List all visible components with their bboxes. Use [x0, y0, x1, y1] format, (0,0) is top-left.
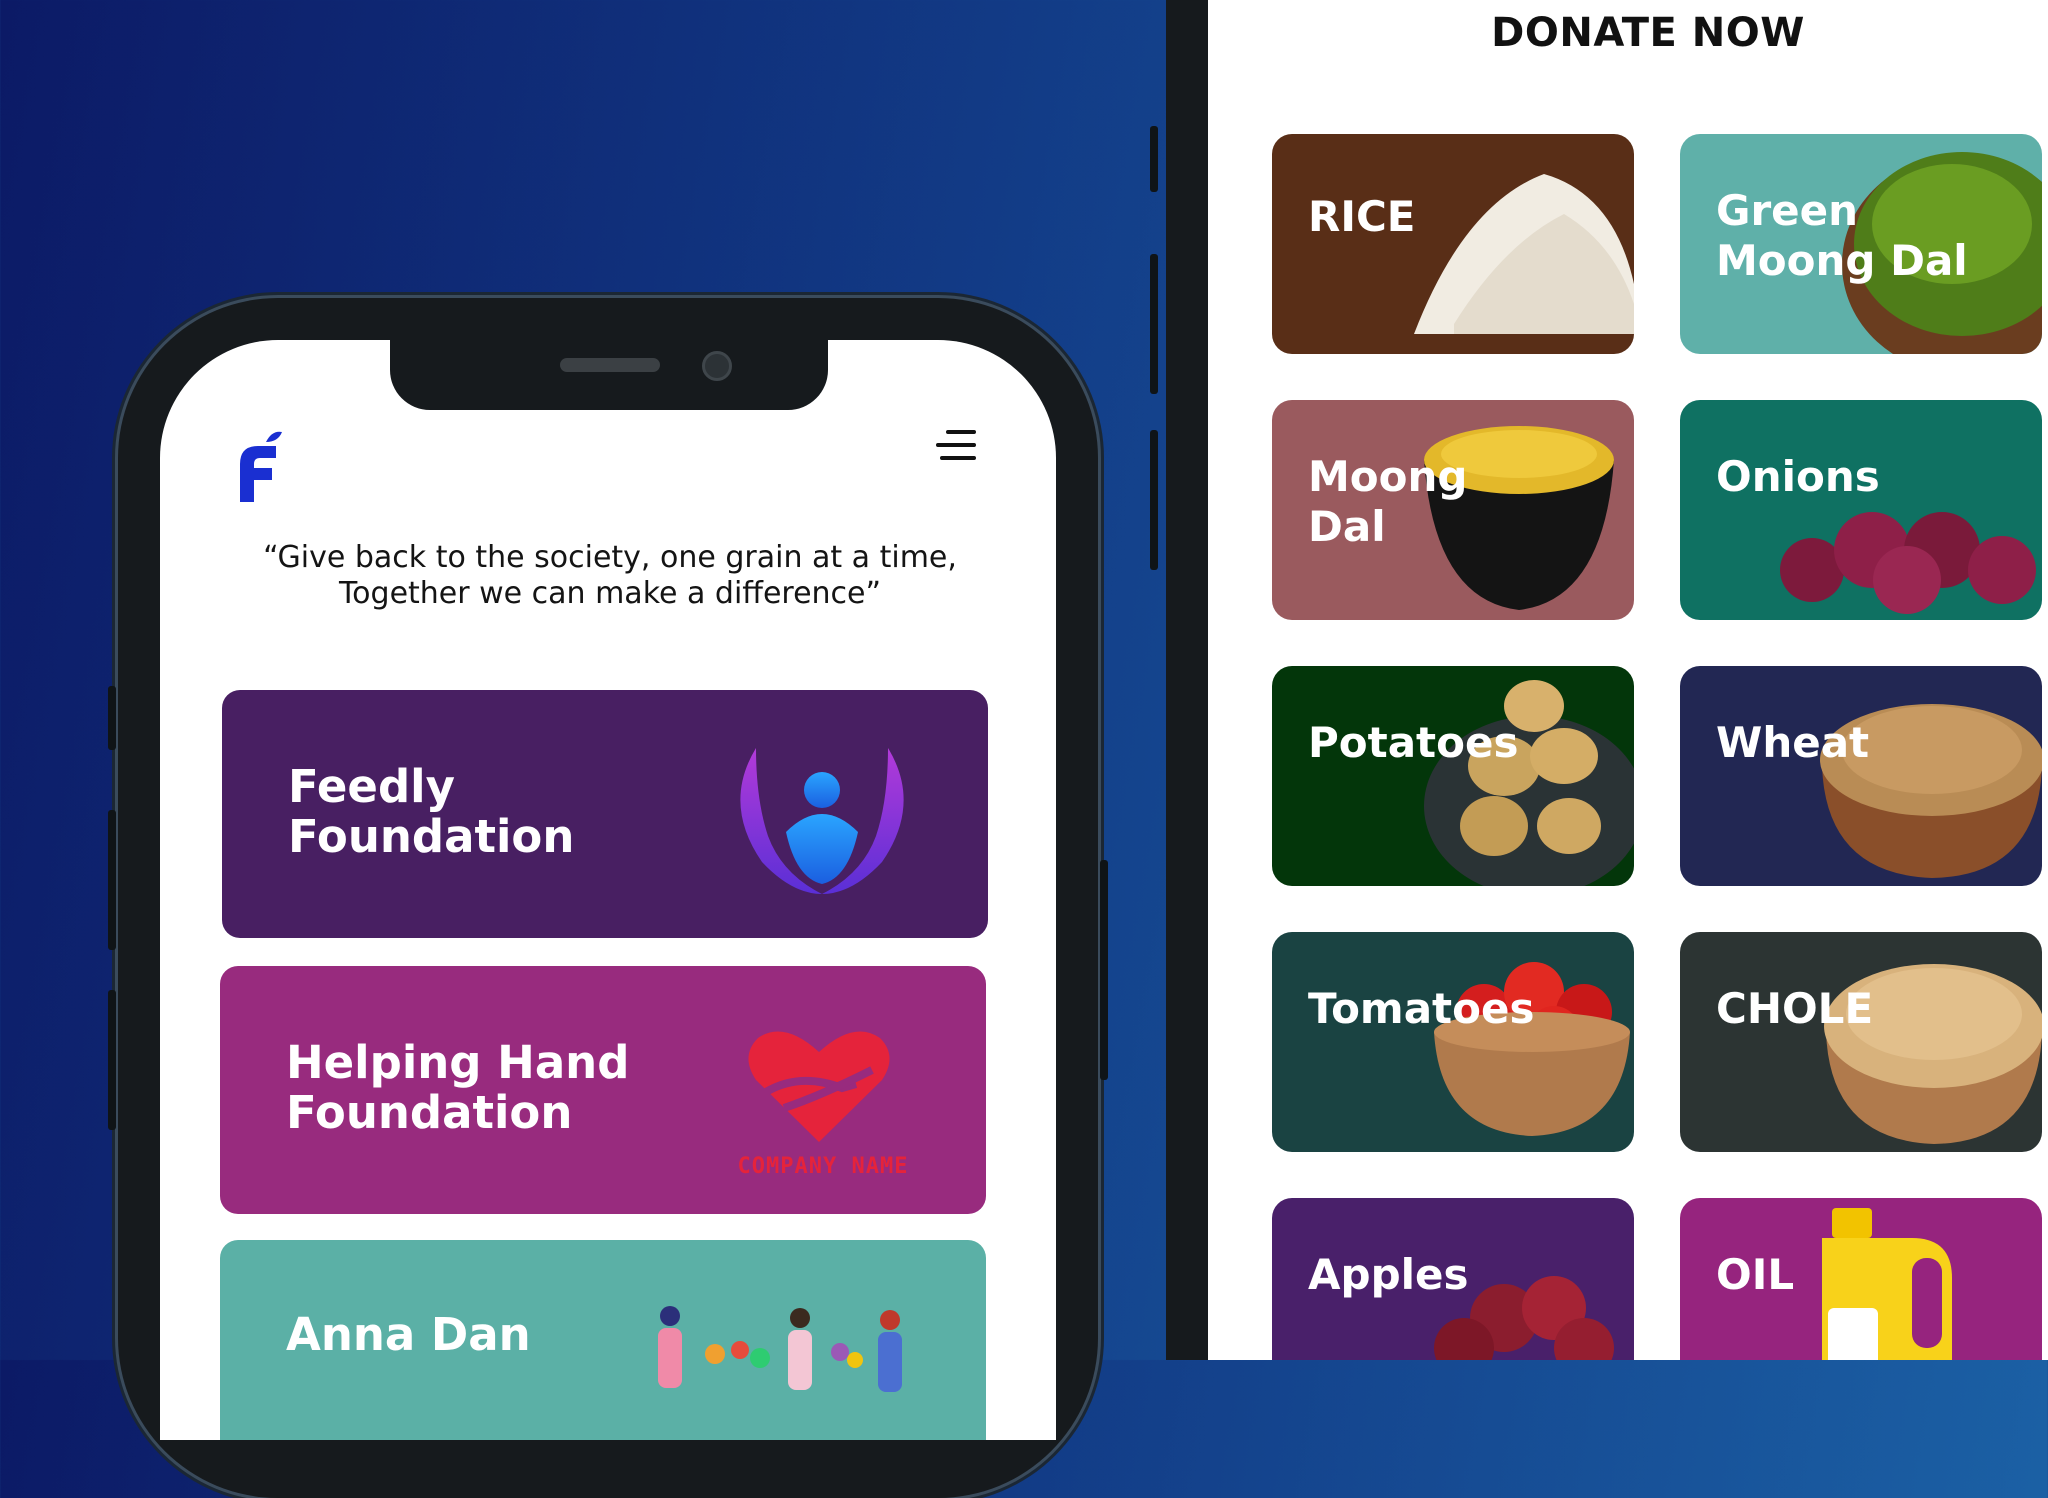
- org-name: Anna Dan: [286, 1308, 531, 1361]
- donate-card-moong-dal[interactable]: Moong Dal: [1272, 400, 1634, 620]
- rice-pile-icon: [1414, 174, 1634, 334]
- org-card-helping-hand-foundation[interactable]: Helping Hand Foundation COMPANY NAME: [220, 966, 986, 1214]
- phone-side-button: [108, 990, 116, 1130]
- org-name: Feedly Foundation: [288, 760, 575, 863]
- divider-phone-edge: [1166, 0, 1208, 1360]
- donate-card-oil[interactable]: OIL: [1680, 1198, 2042, 1360]
- phone-side-button: [1150, 430, 1158, 570]
- donate-now-title: DONATE NOW: [1491, 10, 1805, 56]
- oil-can-icon: [1822, 1208, 1952, 1360]
- donate-card-green-moong-dal[interactable]: Green Moong Dal: [1680, 134, 2042, 354]
- phone-notch: [390, 340, 828, 410]
- phone-side-button: [1100, 860, 1108, 1080]
- potato-bowl-icon: [1424, 680, 1634, 886]
- hamburger-menu-icon[interactable]: [936, 430, 976, 464]
- chole-bowl-icon: [1824, 964, 2042, 1144]
- tomato-bowl-icon: [1434, 962, 1630, 1136]
- hands-person-logo-icon: [740, 748, 904, 894]
- phone-side-button: [108, 686, 116, 750]
- donate-panel: DONATE NOW RICE Green Moong Dal Moong Da…: [1208, 0, 2048, 1360]
- speaker-grille: [560, 358, 660, 372]
- org-card-anna-dan[interactable]: Anna Dan: [220, 1240, 986, 1440]
- camera-icon: [702, 351, 732, 381]
- tagline: “Give back to the society, one grain at …: [263, 540, 957, 611]
- org-card-feedly-foundation[interactable]: Feedly Foundation: [222, 690, 988, 938]
- food-label: Green Moong Dal: [1716, 186, 1968, 285]
- company-name-text: COMPANY NAME: [737, 1154, 909, 1179]
- food-label: Moong Dal: [1308, 452, 1468, 551]
- food-label: OIL: [1716, 1250, 1795, 1299]
- feedly-logo-icon[interactable]: [226, 428, 286, 508]
- food-label: Wheat: [1716, 718, 1870, 767]
- donate-card-onions[interactable]: Onions: [1680, 400, 2042, 620]
- org-name: Helping Hand Foundation: [286, 1036, 630, 1139]
- donate-card-tomatoes[interactable]: Tomatoes: [1272, 932, 1634, 1152]
- donate-card-apples[interactable]: Apples: [1272, 1198, 1634, 1360]
- donate-card-wheat[interactable]: Wheat: [1680, 666, 2042, 886]
- food-label: Potatoes: [1308, 718, 1519, 767]
- heart-hands-logo-icon: [748, 1031, 890, 1142]
- food-label: Tomatoes: [1308, 984, 1535, 1033]
- onions-icon: [1780, 512, 2036, 614]
- phone-side-button: [1150, 254, 1158, 394]
- phone-screen: “Give back to the society, one grain at …: [160, 340, 1056, 1440]
- donate-card-chole[interactable]: CHOLE: [1680, 932, 2042, 1152]
- phone-side-button: [108, 810, 116, 950]
- phone-side-button: [1150, 126, 1158, 192]
- people-illustration-icon: [658, 1306, 902, 1392]
- food-label: Onions: [1716, 452, 1880, 501]
- donate-card-potatoes[interactable]: Potatoes: [1272, 666, 1634, 886]
- wheat-bowl-icon: [1820, 704, 2042, 878]
- food-label: CHOLE: [1716, 984, 1874, 1033]
- food-label: RICE: [1308, 192, 1416, 241]
- donate-card-rice[interactable]: RICE: [1272, 134, 1634, 354]
- food-label: Apples: [1308, 1250, 1469, 1299]
